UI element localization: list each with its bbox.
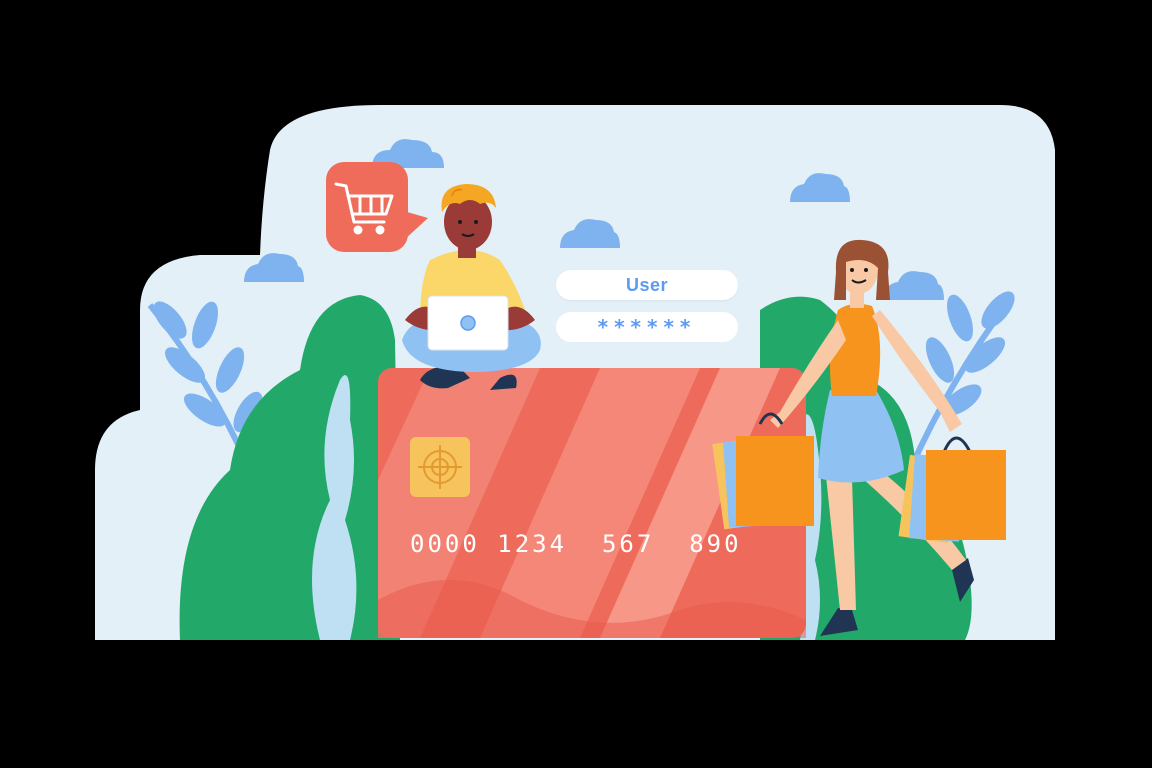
online-shopping-illustration [95,105,1055,640]
username-label: User [625,274,669,295]
password-field: ****** [556,312,738,342]
card-chip-icon [410,437,470,497]
laptop-icon [427,295,509,351]
card-number: 0000 1234 567 890 [410,530,742,558]
password-mask: ****** [597,315,697,339]
username-field: User [556,270,738,300]
